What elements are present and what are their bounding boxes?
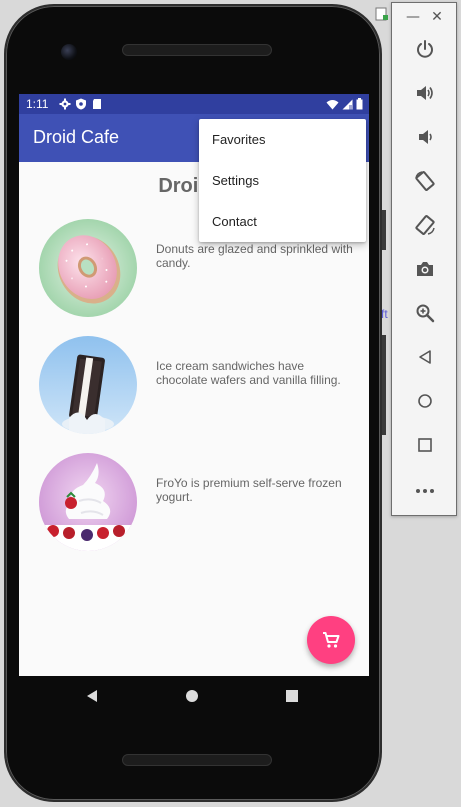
phone-frame: 1:11 Droid Cafe Droid Donuts are glazed … [4,4,382,802]
cart-icon [323,632,340,648]
wifi-icon [326,99,339,109]
status-time: 1:11 [26,97,49,111]
background-window-text: ft [381,307,388,321]
minimize-icon[interactable]: — [403,7,423,27]
froyo-description: FroYo is premium self-serve frozen yogur… [156,476,342,504]
zoom-icon [416,304,435,323]
ice-cream-sandwich-image[interactable] [39,336,137,434]
menu-item-contact[interactable]: Contact [199,201,366,242]
recents-icon[interactable] [282,686,302,706]
home-icon[interactable] [182,686,202,706]
rotate-left-icon [415,171,435,191]
donut-image[interactable] [39,219,137,317]
volume-up-button[interactable] [405,75,445,111]
emulator-back-button[interactable] [405,339,445,375]
emulator-overview-button[interactable] [405,427,445,463]
close-icon[interactable]: ✕ [427,7,447,27]
zoom-button[interactable] [405,295,445,331]
sd-card-icon [93,99,101,109]
emulator-home-button[interactable] [405,383,445,419]
top-speaker [122,44,272,56]
status-notification-icons [59,98,103,110]
side-button-power [382,335,386,435]
battery-icon [356,98,363,110]
status-system-icons [326,98,363,110]
donut-description: Donuts are glazed and sprinkled with can… [156,242,353,270]
camera-icon [417,262,433,276]
front-camera [61,44,77,60]
dessert-item-ice-cream-sandwich: Ice cream sandwiches have chocolate wafe… [39,336,359,436]
status-bar: 1:11 [19,94,369,114]
more-options-button[interactable] [405,473,445,509]
menu-item-settings[interactable]: Settings [199,160,366,201]
rotate-right-icon [415,215,435,235]
ice-cream-sandwich-description: Ice cream sandwiches have chocolate wafe… [156,359,341,387]
signal-icon [342,99,353,109]
power-icon [417,40,433,58]
app-title: Droid Cafe [33,127,120,147]
cart-fab-button[interactable] [307,616,355,664]
overview-icon [418,438,432,452]
rotate-left-button[interactable] [405,163,445,199]
screenshot-button[interactable] [405,251,445,287]
volume-down-button[interactable] [405,119,445,155]
power-button[interactable] [405,31,445,67]
volume-down-icon [419,130,432,144]
overflow-menu: Favorites Settings Contact [199,119,366,242]
menu-item-favorites[interactable]: Favorites [199,119,366,160]
emulator-toolbar: — ✕ [391,2,457,516]
rotate-right-button[interactable] [405,207,445,243]
dessert-item-froyo: FroYo is premium self-serve frozen yogur… [39,453,359,553]
emulator-window: ft 1:11 Droid Cafe Droid Donuts are glaz… [0,0,461,807]
gear-icon [59,98,71,110]
back-icon[interactable] [82,686,102,706]
clipboard-icon [375,7,388,21]
device-screen: 1:11 Droid Cafe Droid Donuts are glazed … [19,94,369,676]
bottom-speaker [122,754,272,766]
side-button-volume [382,210,386,250]
back-icon [419,350,431,364]
shield-icon [76,98,86,110]
home-icon [418,394,432,408]
navigation-bar [6,676,380,718]
volume-up-icon [417,86,433,100]
froyo-image[interactable] [39,453,137,551]
more-icon [416,489,434,493]
